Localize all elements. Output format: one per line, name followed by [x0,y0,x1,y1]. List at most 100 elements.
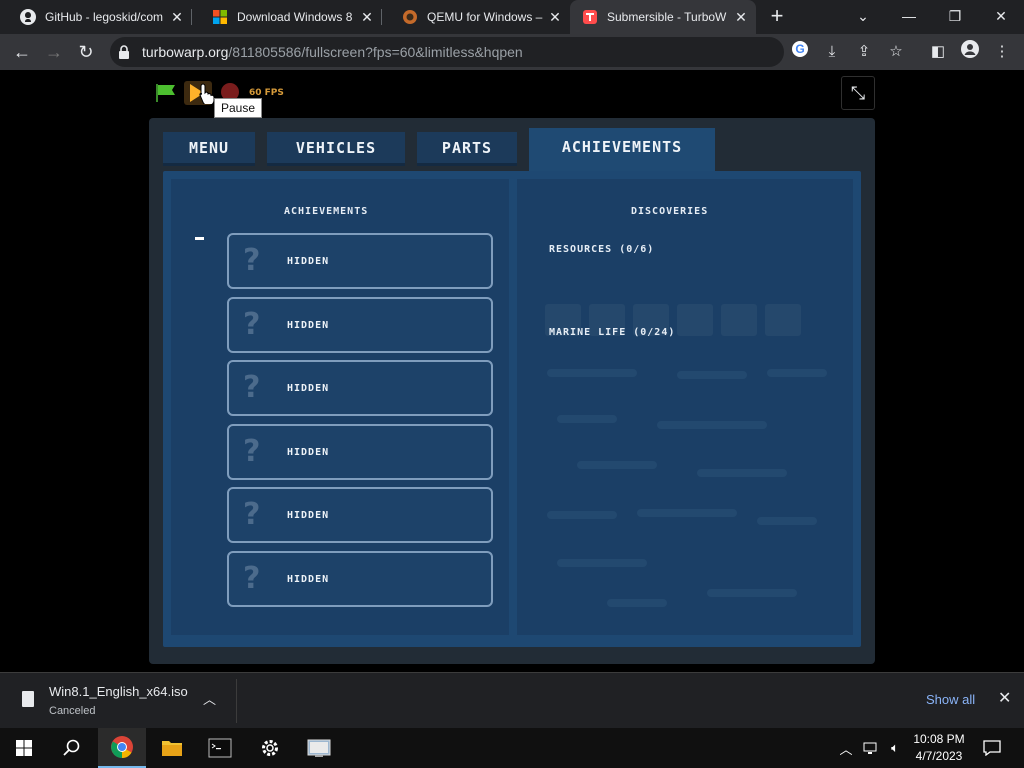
tab-parts[interactable]: PARTS [417,132,517,166]
url-path: /811805586/fullscreen?fps=60&limitless&h… [228,44,523,60]
windows-start-icon[interactable] [0,728,48,768]
address-bar[interactable]: turbowarp.org/811805586/fullscreen?fps=6… [110,37,903,67]
tab-github[interactable]: GitHub - legoskid/com ✕ [0,0,192,34]
clock-date: 4/7/2023 [915,749,963,763]
restore-button[interactable]: ❐ [932,0,978,34]
share-icon[interactable]: ⇪ [852,40,876,64]
exit-fullscreen-icon[interactable]: ⤡ [841,76,875,110]
microsoft-icon [212,9,228,25]
tab-title: GitHub - legoskid/com [45,10,163,24]
settings-gear-icon[interactable] [246,728,294,768]
close-icon[interactable]: ✕ [358,8,376,26]
hidden-creature [577,461,657,469]
tab-qemu[interactable]: QEMU for Windows – I ✕ [382,0,570,34]
browser-tab-strip: GitHub - legoskid/com ✕ Download Windows… [0,0,1024,34]
minimize-button[interactable]: — [886,0,932,34]
show-all-button[interactable]: Show all [926,692,975,707]
achievement-label: HIDDEN [287,574,330,585]
pause-tooltip: Pause [214,98,263,118]
terminal-icon[interactable] [196,728,244,768]
tab-submersible[interactable]: Submersible - TurboW ✕ [570,0,756,34]
tab-download-windows[interactable]: Download Windows 8.1 ✕ [192,0,382,34]
achievement-item[interactable]: ? HIDDEN [227,297,493,353]
question-mark-icon: ? [243,370,261,405]
tab-search-button[interactable]: ⌄ [840,0,886,34]
url-text: turbowarp.org/811805586/fullscreen?fps=6… [142,44,523,60]
new-tab-button[interactable]: + [764,4,790,30]
github-icon [20,9,36,25]
achievements-heading: ACHIEVEMENTS [284,206,369,217]
achievement-item[interactable]: ? HIDDEN [227,360,493,416]
tab-vehicles[interactable]: VEHICLES [267,132,405,166]
reload-icon[interactable]: ↻ [72,38,100,66]
question-mark-icon: ? [243,497,261,532]
hidden-creature [757,517,817,525]
lock-icon [119,45,129,59]
resource-slot [765,304,801,336]
hidden-creature [707,589,797,597]
tab-title: QEMU for Windows – I [427,10,545,24]
resource-slot [677,304,713,336]
question-mark-icon: ? [243,434,261,469]
close-icon[interactable]: ✕ [546,8,564,26]
chevron-up-icon[interactable]: ︿ [836,728,856,768]
tab-title: Download Windows 8.1 [237,10,352,24]
close-icon[interactable]: ✕ [998,688,1011,708]
tab-menu[interactable]: MENU [163,132,255,166]
browser-toolbar: ← → ↻ turbowarp.org/811805586/fullscreen… [0,34,1024,70]
question-mark-icon: ? [243,243,261,278]
hidden-creature [657,421,767,429]
windows-taskbar: ︿ 🔈︎ 10:08 PM 4/7/2023 [0,728,1024,768]
green-flag-icon[interactable] [155,83,177,103]
volume-icon[interactable]: 🔈︎ [884,728,906,768]
resource-slot [721,304,757,336]
close-icon[interactable]: ✕ [732,8,750,26]
resources-label: RESOURCES (0/6) [549,244,655,255]
hidden-creature [607,599,667,607]
turbowarp-icon [582,9,598,25]
svg-text:G: G [795,42,804,56]
chevron-up-icon[interactable]: ︿ [203,689,216,708]
download-filename[interactable]: Win8.1_English_x64.iso [49,684,188,699]
qemu-window-icon[interactable] [295,728,343,768]
achievement-item[interactable]: ? HIDDEN [227,424,493,480]
network-icon[interactable] [860,728,882,768]
hidden-creature [767,369,827,377]
achievement-item[interactable]: ? HIDDEN [227,233,493,289]
fps-counter: 60 FPS [249,88,284,98]
question-mark-icon: ? [243,561,261,596]
hidden-creature [637,509,737,517]
text-cursor [195,237,204,240]
chrome-icon[interactable] [98,728,146,768]
achievement-label: HIDDEN [287,320,330,331]
question-mark-icon: ? [243,307,261,342]
system-clock[interactable]: 10:08 PM 4/7/2023 [904,731,974,765]
google-lens-icon[interactable]: G [788,40,812,64]
achievement-item[interactable]: ? HIDDEN [227,487,493,543]
profile-icon[interactable] [958,40,982,64]
close-icon[interactable]: ✕ [168,8,186,26]
download-bar: Win8.1_English_x64.iso Canceled ︿ Show a… [0,672,1024,728]
hidden-creature [557,415,617,423]
search-icon[interactable] [48,728,96,768]
game-stage[interactable]: MENU VEHICLES PARTS ACHIEVEMENTS ACHIEVE… [149,118,875,664]
back-arrow-icon[interactable]: ← [8,38,36,66]
achievements-panel: ACHIEVEMENTS ? HIDDEN ? HIDDEN ? HIDDEN … [163,171,861,647]
qemu-icon [402,9,418,25]
window-close-button[interactable]: ✕ [978,0,1024,34]
url-host: turbowarp.org [142,44,229,60]
hidden-creature [677,371,747,379]
bookmark-star-icon[interactable]: ☆ [884,40,908,64]
download-status: Canceled [49,705,96,717]
file-explorer-icon[interactable] [148,728,196,768]
install-app-icon[interactable]: ⤓ [820,40,844,64]
divider [236,679,237,723]
forward-arrow-icon[interactable]: → [40,38,68,66]
achievement-item[interactable]: ? HIDDEN [227,551,493,607]
notification-icon[interactable] [978,728,1006,768]
marine-life-label: MARINE LIFE (0/24) [549,327,676,338]
hidden-creature [697,469,787,477]
side-panel-icon[interactable]: ◧ [926,40,950,64]
discoveries-column: DISCOVERIES RESOURCES (0/6) MARINE LIFE … [517,179,853,635]
menu-kebab-icon[interactable]: ⋮ [990,40,1014,64]
